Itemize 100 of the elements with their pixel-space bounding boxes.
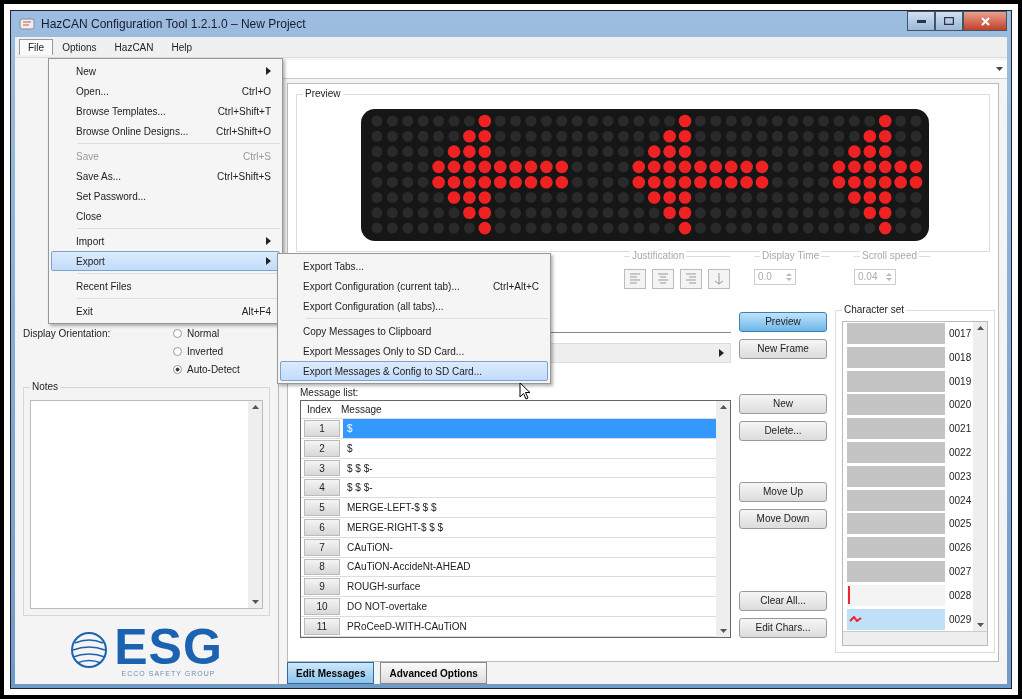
character-glyph[interactable] xyxy=(847,370,945,392)
radio-label[interactable]: Inverted xyxy=(187,346,224,357)
menu-item[interactable]: Recent Files xyxy=(51,276,280,296)
column-header[interactable]: Index xyxy=(301,403,341,415)
radio-button[interactable] xyxy=(173,329,182,338)
close-button[interactable] xyxy=(963,11,1007,31)
row-index-cell[interactable]: 1 xyxy=(304,420,340,437)
list-button[interactable]: Move Up xyxy=(739,481,827,502)
message-cell[interactable]: $ $ $- xyxy=(343,478,716,498)
menu-item[interactable]: Save As... Ctrl+Shift+S xyxy=(51,166,280,186)
row-index-cell[interactable]: 2 xyxy=(304,439,340,457)
character-code: 0022 xyxy=(949,447,972,458)
menu-item[interactable]: Exit Alt+F4 xyxy=(51,301,280,321)
character-glyph[interactable] xyxy=(847,608,945,630)
horizontal-scrollbar[interactable] xyxy=(843,631,987,645)
menu-item[interactable]: New xyxy=(51,61,280,81)
frame-scrollbar[interactable] xyxy=(550,342,731,363)
message-cell[interactable]: PRoCeeD-WITH-CAuTiON xyxy=(343,616,716,636)
menu-bar-item[interactable]: HazCAN xyxy=(105,38,163,56)
frame-button[interactable]: Preview xyxy=(739,311,827,332)
frame-button[interactable]: New Frame xyxy=(739,338,827,359)
character-glyph[interactable] xyxy=(847,465,945,487)
menu-item[interactable]: Browse Online Designs... Ctrl+Shift+O xyxy=(51,121,280,141)
radio-button[interactable] xyxy=(173,347,182,356)
menu-item[interactable]: Export Configuration (current tab)... Ctrl+Alt+C xyxy=(280,276,548,296)
menu-item[interactable]: Copy Messages to Clipboard xyxy=(280,321,548,341)
character-glyph[interactable] xyxy=(847,584,945,606)
scroll-up-arrow-icon[interactable] xyxy=(719,404,727,409)
tab[interactable]: Edit Messages xyxy=(287,662,375,684)
message-list-label: Message list: xyxy=(300,386,359,398)
row-index-cell[interactable]: 10 xyxy=(304,598,340,615)
character-glyph[interactable] xyxy=(847,537,945,559)
row-index-cell[interactable]: 4 xyxy=(304,479,340,497)
character-code: 0023 xyxy=(949,470,972,482)
menu-bar-item[interactable]: File xyxy=(19,39,54,55)
tab[interactable]: Advanced Options xyxy=(380,662,487,684)
scroll-down-arrow-icon[interactable] xyxy=(251,600,259,604)
window-title: HazCAN Configuration Tool 1.2.1.0 – New Project xyxy=(41,17,306,31)
radio-label[interactable]: Auto-Detect xyxy=(187,364,240,375)
character-glyph[interactable] xyxy=(847,513,945,535)
message-cell[interactable]: $ xyxy=(343,438,716,458)
character-glyph[interactable] xyxy=(847,489,945,511)
menu-item[interactable]: Browse Templates... Ctrl+Shift+T xyxy=(51,101,280,121)
row-index-cell[interactable]: 8 xyxy=(304,558,340,576)
submenu-arrow-icon xyxy=(266,256,271,265)
radio-button[interactable] xyxy=(173,365,182,374)
notes-field[interactable] xyxy=(30,400,263,609)
scroll-up-arrow-icon[interactable] xyxy=(251,405,259,409)
column-header[interactable]: Message xyxy=(341,403,382,415)
vertical-scrollbar[interactable] xyxy=(716,400,730,637)
row-index-cell[interactable]: 7 xyxy=(304,538,340,556)
row-index-cell[interactable]: 3 xyxy=(304,459,340,477)
scroll-down-arrow-icon[interactable] xyxy=(976,623,984,627)
row-index-cell[interactable]: 6 xyxy=(304,519,340,536)
message-cell[interactable]: MERGE-RIGHT-$ $ $ xyxy=(343,518,716,537)
menu-item[interactable]: Export Messages Only to SD Card... xyxy=(280,341,548,361)
character-code: 0026 xyxy=(949,542,972,554)
scroll-down-arrow-icon[interactable] xyxy=(719,628,727,633)
message-cell[interactable]: ROUGH-surface xyxy=(343,577,716,597)
list-button[interactable]: Edit Chars... xyxy=(739,617,827,638)
character-glyph[interactable] xyxy=(847,394,945,416)
list-button[interactable]: Move Down xyxy=(739,508,827,529)
vertical-scrollbar[interactable] xyxy=(248,401,262,608)
message-cell[interactable]: DO NOT-overtake xyxy=(343,597,716,616)
menu-item[interactable]: Export Messages & Config to SD Card... xyxy=(280,361,548,381)
list-button[interactable]: New xyxy=(739,393,827,414)
vertical-scrollbar[interactable] xyxy=(973,321,987,631)
menu-item[interactable]: Export xyxy=(51,251,280,271)
display-orientation-label: Display Orientation: xyxy=(23,328,112,339)
menu-item[interactable]: Import xyxy=(51,231,280,251)
character-glyph[interactable] xyxy=(847,442,945,463)
message-cell[interactable]: CAuTiON-AccideNt-AHEAD xyxy=(343,557,716,577)
message-cell[interactable]: MERGE-LEFT-$ $ $ xyxy=(343,498,716,517)
scroll-up-arrow-icon[interactable] xyxy=(976,325,984,330)
close-icon xyxy=(980,16,990,26)
list-button[interactable]: Clear All... xyxy=(739,590,827,611)
message-cell[interactable]: $ $ $- xyxy=(343,458,716,478)
menu-item[interactable]: Export Tabs... xyxy=(280,256,548,276)
row-index-cell[interactable]: 11 xyxy=(304,617,340,635)
character-code: 0019 xyxy=(949,375,972,387)
message-cell[interactable]: CAuTiON- xyxy=(343,537,716,557)
menu-item[interactable]: Export Configuration (all tabs)... xyxy=(280,296,548,316)
character-glyph[interactable] xyxy=(847,561,945,582)
menu-item[interactable]: Open... Ctrl+O xyxy=(51,81,280,101)
submenu-arrow-icon xyxy=(266,236,271,245)
menu-bar-item[interactable]: Options xyxy=(53,38,106,56)
character-glyph[interactable] xyxy=(847,323,945,345)
character-code: 0017 xyxy=(949,328,972,340)
row-index-cell[interactable]: 9 xyxy=(304,578,340,596)
radio-label[interactable]: Normal xyxy=(187,328,220,339)
maximize-button[interactable] xyxy=(935,11,963,31)
row-index-cell[interactable]: 5 xyxy=(304,499,340,516)
character-glyph[interactable] xyxy=(847,346,945,368)
minimize-button[interactable] xyxy=(907,11,935,31)
list-button[interactable]: Delete... xyxy=(739,420,827,441)
menu-item[interactable]: Set Password... xyxy=(51,186,280,206)
menu-bar-item[interactable]: Help xyxy=(162,38,202,56)
menu-item[interactable]: Close xyxy=(51,206,280,226)
group-label: Scroll speed xyxy=(860,249,920,261)
character-glyph[interactable] xyxy=(847,418,945,440)
